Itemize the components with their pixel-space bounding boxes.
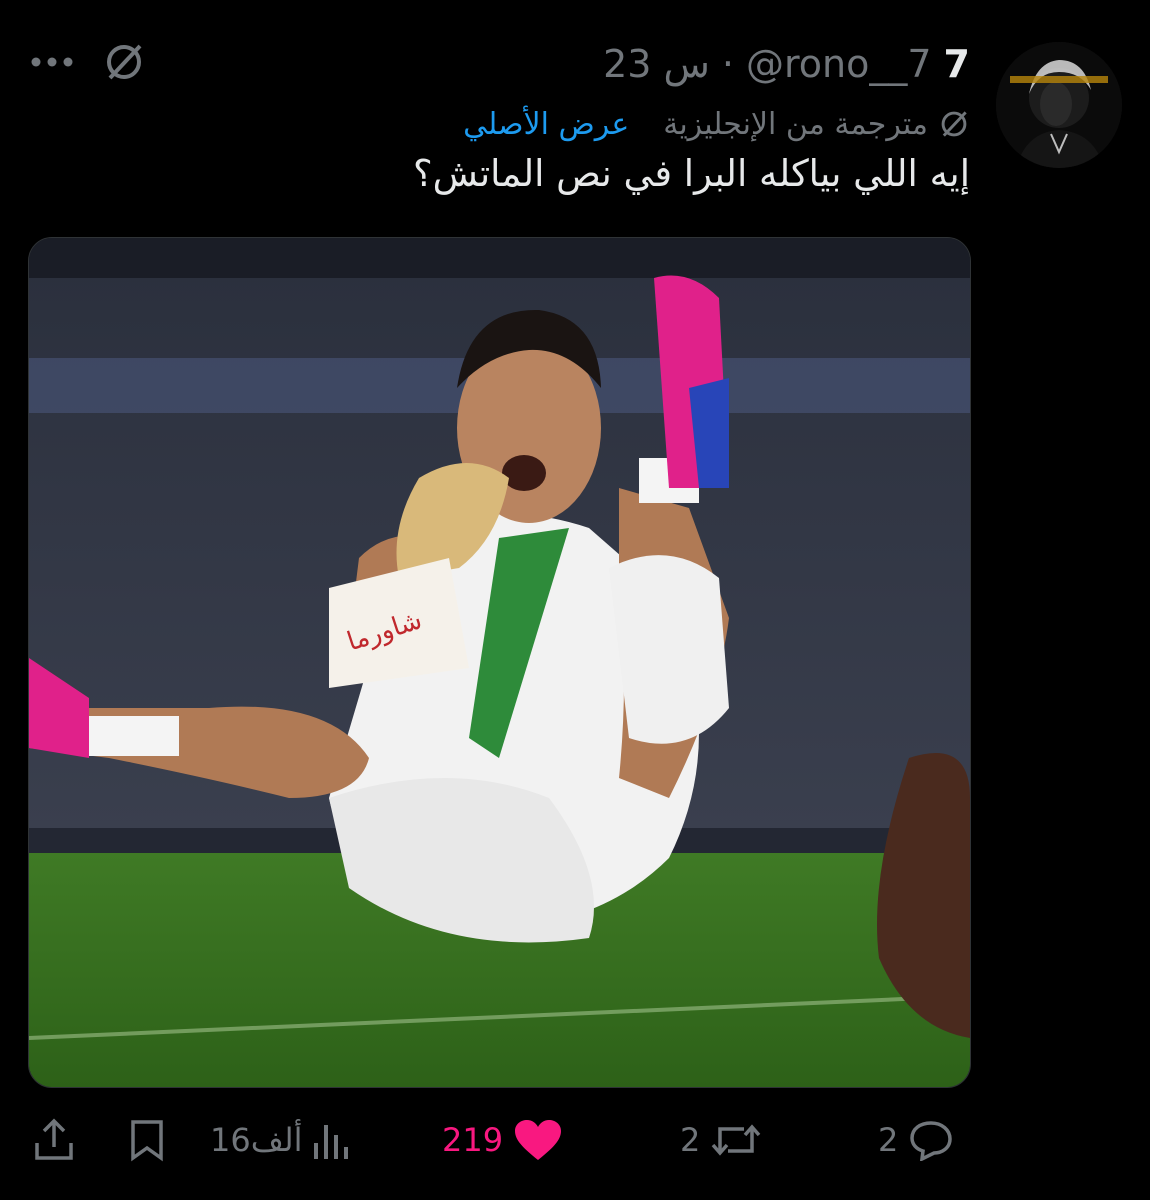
tweet-media[interactable]: شاورما (28, 237, 971, 1088)
tweet-text: إيه اللي بياكله البرا في نص الماتش؟ (413, 152, 970, 195)
reply-count: 2 (878, 1121, 899, 1159)
tweet: 7 @rono__7 · 23 س مترجمة من الإنجليزية ع… (0, 0, 1150, 1200)
like-button[interactable]: 219 (442, 1110, 563, 1170)
share-icon (32, 1117, 76, 1163)
tweet-header: 7 @rono__7 · 23 س (603, 38, 970, 90)
tweet-photo: شاورما (29, 238, 970, 1087)
translation-info: مترجمة من الإنجليزية عرض الأصلي (463, 100, 970, 148)
separator-dot: · (721, 42, 734, 86)
avatar[interactable] (996, 42, 1122, 168)
repost-icon (710, 1119, 762, 1161)
tweet-header-actions (30, 40, 146, 84)
avatar-image (996, 42, 1122, 168)
show-original-link[interactable]: عرض الأصلي (463, 107, 629, 142)
views-icon (312, 1119, 352, 1161)
tweet-actions: 2 2 219 16ألف (0, 1110, 1150, 1170)
user-handle[interactable]: @rono__7 (746, 42, 932, 86)
like-icon (513, 1118, 563, 1162)
bookmark-icon (128, 1118, 166, 1162)
repost-count: 2 (680, 1121, 701, 1159)
views-count: 16ألف (210, 1121, 303, 1159)
reply-button[interactable]: 2 (878, 1110, 954, 1170)
translate-icon (938, 108, 970, 140)
timestamp[interactable]: 23 س (603, 42, 710, 86)
translated-label: مترجمة من الإنجليزية (663, 106, 928, 142)
like-count: 219 (442, 1121, 504, 1159)
reply-icon (908, 1119, 954, 1161)
bookmark-button[interactable] (128, 1110, 166, 1170)
share-button[interactable] (32, 1110, 76, 1170)
more-icon[interactable] (30, 56, 74, 68)
grok-icon[interactable] (102, 40, 146, 84)
repost-button[interactable]: 2 (680, 1110, 762, 1170)
display-name[interactable]: 7 (944, 42, 970, 86)
views-button[interactable]: 16ألف (210, 1110, 352, 1170)
